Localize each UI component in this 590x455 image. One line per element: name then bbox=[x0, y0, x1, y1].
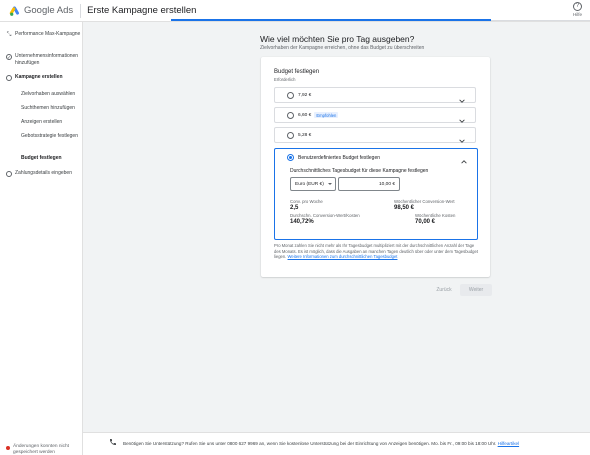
metric-value: 70,00 € bbox=[415, 219, 436, 225]
step-label: Kampagne erstellen bbox=[15, 74, 63, 80]
progress-bar bbox=[171, 19, 491, 21]
step-label: Unternehmensinformationen hinzufügen bbox=[15, 53, 79, 66]
google-ads-logo-icon bbox=[9, 5, 19, 16]
metric-conversions: Conv. pro Woche 2,5 bbox=[290, 199, 323, 212]
main-heading: Wie viel möchten Sie pro Tag ausgeben? bbox=[260, 34, 415, 44]
substep-bidding[interactable]: Gebotsstrategie festlegen bbox=[21, 133, 79, 140]
budget-option-2[interactable]: 6,60 € Empfohlen bbox=[274, 107, 476, 123]
support-bar: Benötigen Sie Unterstützung? Rufen Sie u… bbox=[83, 432, 590, 455]
support-message: Benötigen Sie Unterstützung? Rufen Sie u… bbox=[123, 441, 497, 446]
product-name: Google Ads bbox=[24, 5, 74, 16]
help-label: Hilfe bbox=[572, 12, 582, 17]
unsaved-notice: Änderungen konnten nicht gespeichert wer… bbox=[6, 444, 83, 455]
sidebar: ⤡ Performance Max-Kampagne ✓ Unternehmen… bbox=[0, 22, 83, 455]
custom-budget-label: Benutzerdefiniertes Budget festlegen bbox=[298, 155, 380, 161]
chevron-down-icon[interactable] bbox=[458, 132, 466, 143]
budget-option-3[interactable]: 5,28 € bbox=[274, 127, 476, 143]
chevron-down-icon[interactable] bbox=[458, 112, 466, 123]
option-label: 5,28 € bbox=[298, 132, 312, 138]
chevron-down-icon[interactable] bbox=[458, 92, 466, 103]
option-label: 7,92 € bbox=[298, 92, 312, 98]
help-article-link[interactable]: Hilfeartikel bbox=[498, 441, 519, 446]
substep-create-ads[interactable]: Anzeigen erstellen bbox=[21, 119, 79, 126]
step-performance-max[interactable]: ⤡ Performance Max-Kampagne bbox=[6, 31, 81, 38]
dropdown-caret-icon bbox=[328, 183, 332, 185]
currency-value: Euro (EUR €) bbox=[295, 181, 324, 187]
step-label: Zahlungsdetails eingeben bbox=[15, 170, 72, 176]
step-label: Performance Max-Kampagne bbox=[15, 31, 81, 37]
back-button[interactable]: Zurück bbox=[432, 284, 456, 296]
substep-goal[interactable]: Zielvorhaben auswählen bbox=[21, 91, 79, 98]
chevron-up-icon[interactable] bbox=[460, 153, 468, 164]
budget-option-1[interactable]: 7,92 € bbox=[274, 87, 476, 103]
radio-button[interactable] bbox=[287, 111, 294, 119]
metric-conversion-value: Wöchentlicher Conversion-Wert 98,50 € bbox=[394, 199, 455, 212]
main-subheading: Zielvorhaben der Kampagne erreichen, ohn… bbox=[260, 45, 425, 51]
metric-weekly-cost: Wöchentliche Kosten 70,00 € bbox=[415, 213, 455, 226]
metric-value: 140,72% bbox=[290, 219, 314, 225]
help-button[interactable]: ? Hilfe bbox=[572, 2, 582, 17]
budget-card: Budget festlegen Erforderlich 7,92 € 6,6… bbox=[261, 57, 490, 277]
budget-footnote: Pro Monat zahlen Sie nicht mehr als Ihr … bbox=[274, 243, 478, 260]
step-payment[interactable]: Zahlungsdetails eingeben bbox=[6, 170, 81, 177]
header-divider bbox=[80, 3, 82, 18]
learn-more-link[interactable]: Weitere Informationen zum durchschnittli… bbox=[288, 254, 398, 259]
metric-roas: Durchschn. Conversion-Wert/Kosten 140,72… bbox=[290, 213, 360, 226]
collapse-arrows-icon: ⤡ bbox=[6, 32, 12, 38]
option-label: 6,60 € bbox=[298, 112, 312, 118]
unsaved-text: Änderungen konnten nicht gespeichert wer… bbox=[13, 444, 70, 455]
google-ads-logo[interactable]: Google Ads bbox=[9, 5, 73, 17]
check-icon: ✓ bbox=[6, 54, 12, 61]
radio-button-selected[interactable] bbox=[287, 154, 294, 161]
step-create-campaign[interactable]: Kampagne erstellen bbox=[6, 74, 81, 81]
error-dot-icon bbox=[6, 446, 10, 450]
card-title: Budget festlegen bbox=[274, 69, 320, 75]
metric-value: 2,5 bbox=[290, 205, 299, 211]
radio-button[interactable] bbox=[287, 131, 294, 139]
metric-value: 98,50 € bbox=[394, 205, 415, 211]
required-label: Erforderlich bbox=[274, 77, 296, 82]
support-text: Benötigen Sie Unterstützung? Rufen Sie u… bbox=[123, 441, 519, 446]
avg-budget-label: Durchschnittliches Tagesbudget für diese… bbox=[290, 168, 429, 174]
step-circle-icon bbox=[6, 75, 12, 81]
progress-track bbox=[491, 20, 590, 21]
page-title: Erste Kampagne erstellen bbox=[87, 5, 197, 16]
recommended-badge: Empfohlen bbox=[314, 112, 339, 118]
custom-budget-option[interactable]: Benutzerdefiniertes Budget festlegen Dur… bbox=[274, 148, 478, 240]
phone-icon bbox=[110, 439, 116, 445]
help-icon: ? bbox=[572, 2, 582, 11]
currency-select[interactable]: Euro (EUR €) bbox=[290, 177, 336, 191]
step-business-info[interactable]: ✓ Unternehmensinformationen hinzufügen bbox=[6, 53, 81, 66]
step-circle-icon bbox=[6, 171, 12, 177]
next-button[interactable]: Weiter bbox=[460, 284, 492, 296]
radio-button[interactable] bbox=[287, 91, 294, 99]
substep-search-themes[interactable]: Suchthemen hinzufügen bbox=[21, 105, 79, 112]
substep-budget[interactable]: Budget festlegen bbox=[21, 155, 79, 162]
budget-amount-input[interactable]: 10,00 € bbox=[338, 177, 400, 191]
